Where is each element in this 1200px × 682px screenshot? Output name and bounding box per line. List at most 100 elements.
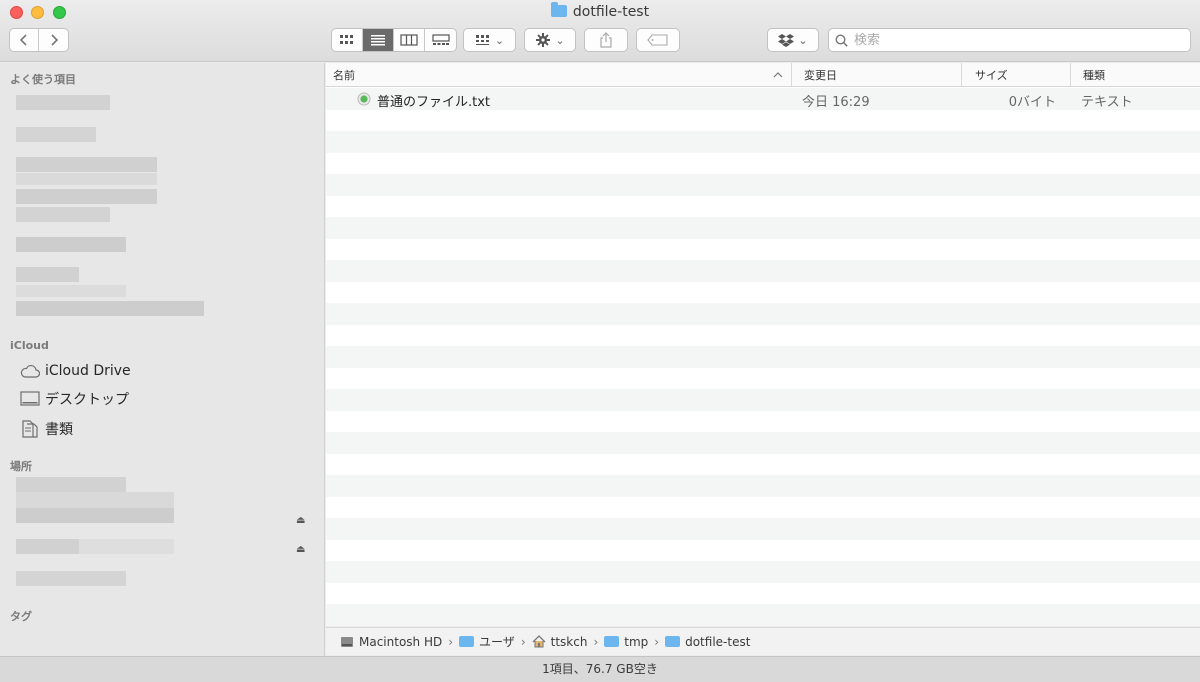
list-view-button[interactable] (363, 29, 394, 51)
sidebar-item-label: デスクトップ (45, 392, 129, 408)
list-icon (371, 35, 385, 46)
column-header: 名前 変更日 サイズ 種類 (326, 63, 1200, 87)
grid-icon (340, 35, 353, 44)
row-stripe (326, 217, 1200, 239)
table-row[interactable]: 普通のファイル.txt 今日 16:29 0バイト テキスト (326, 88, 1200, 110)
dropbox-icon (778, 34, 795, 47)
chevron-right-icon: › (448, 634, 454, 649)
file-modified: 今日 16:29 (802, 95, 870, 110)
folder-icon (459, 636, 475, 647)
row-stripe (326, 260, 1200, 282)
document-icon (20, 420, 40, 438)
column-header-modified[interactable]: 変更日 (804, 63, 964, 87)
chevron-right-icon: › (520, 634, 526, 649)
sidebar-item-label: iCloud Drive (45, 363, 131, 379)
row-stripe (326, 604, 1200, 626)
gear-icon (536, 33, 551, 47)
grid-icon (475, 35, 489, 45)
sidebar-item-icloud-drive[interactable]: iCloud Drive (20, 359, 131, 383)
column-header-kind-label: 種類 (1083, 69, 1105, 82)
gallery-icon (431, 34, 450, 45)
favorites-header: よく使う項目 (10, 73, 76, 86)
row-stripe (326, 497, 1200, 519)
chevron-left-icon (19, 34, 27, 46)
dropbox-button[interactable]: ⌄ (767, 28, 819, 52)
row-stripe (326, 518, 1200, 540)
title-bar: dotfile-test ⌄ ⌄ ⌄ 検索 (0, 0, 1200, 62)
text-file-icon (357, 92, 371, 110)
row-stripe (326, 174, 1200, 196)
eject-icon[interactable]: ⏏ (296, 544, 305, 555)
row-stripe (326, 540, 1200, 562)
finder-window: dotfile-test ⌄ ⌄ ⌄ 検索 よく使う項目 iCloud iClo… (0, 0, 1200, 682)
sort-ascending-icon (773, 63, 783, 87)
file-list: 名前 変更日 サイズ 種類 普通のファイル.txt 今日 16:29 0バイト テキス… (326, 63, 1200, 626)
status-bar: 1項目、76.7 GB空き (0, 656, 1200, 682)
tag-button[interactable] (636, 28, 680, 52)
view-mode-control (331, 28, 457, 52)
rows-area[interactable]: 普通のファイル.txt 今日 16:29 0バイト テキスト (326, 88, 1200, 626)
row-stripe (326, 239, 1200, 261)
icon-view-button[interactable] (332, 29, 363, 51)
eject-icon[interactable]: ⏏ (296, 515, 305, 526)
file-kind: テキスト (1081, 95, 1133, 110)
file-size: 0バイト (1008, 95, 1056, 110)
sidebar-item-label: 書類 (45, 422, 73, 438)
row-stripe (326, 110, 1200, 132)
path-item-label: Macintosh HD (359, 634, 443, 649)
row-stripe (326, 153, 1200, 175)
search-icon (835, 33, 848, 47)
row-stripe (326, 561, 1200, 583)
path-item[interactable]: ユーザ › (459, 633, 532, 650)
row-stripe (326, 131, 1200, 153)
row-stripe (326, 583, 1200, 605)
hard-drive-icon (341, 636, 353, 647)
row-stripe (326, 475, 1200, 497)
desktop-icon (20, 390, 40, 408)
path-item[interactable]: Macintosh HD › (340, 635, 459, 649)
folder-icon (550, 2, 567, 17)
column-header-size[interactable]: サイズ (975, 63, 1065, 87)
action-menu-button[interactable]: ⌄ (524, 28, 576, 52)
column-header-size-label: サイズ (975, 69, 1008, 82)
column-header-kind[interactable]: 種類 (1083, 63, 1193, 87)
path-item[interactable]: tmp › (604, 635, 665, 649)
chevron-down-icon: ⌄ (555, 33, 565, 47)
path-item-label: tmp (624, 634, 649, 649)
path-item[interactable]: dotfile-test (665, 635, 750, 649)
chevron-right-icon (50, 34, 58, 46)
share-button[interactable] (584, 28, 628, 52)
row-stripe (326, 325, 1200, 347)
folder-icon (604, 636, 620, 647)
path-item[interactable]: ttskch › (532, 635, 605, 649)
row-stripe (326, 282, 1200, 304)
group-by-button[interactable]: ⌄ (463, 28, 516, 52)
column-header-name[interactable]: 名前 (333, 63, 783, 87)
icloud-header: iCloud (10, 339, 49, 352)
history-nav (9, 28, 69, 52)
row-stripe (326, 432, 1200, 454)
columns-icon (400, 34, 418, 46)
column-header-name-label: 名前 (333, 69, 355, 82)
sidebar-item-documents[interactable]: 書類 (20, 417, 73, 441)
row-stripe (326, 454, 1200, 476)
back-button[interactable] (10, 29, 39, 51)
chevron-down-icon: ⌄ (798, 33, 808, 47)
row-stripe (326, 303, 1200, 325)
gallery-view-button[interactable] (425, 29, 456, 51)
row-stripe (326, 368, 1200, 390)
column-view-button[interactable] (394, 29, 425, 51)
window-title-text: dotfile-test (572, 4, 650, 20)
share-icon (600, 32, 612, 48)
search-input[interactable] (854, 32, 1174, 48)
sidebar-item-desktop[interactable]: デスクトップ (20, 387, 129, 411)
chevron-down-icon: ⌄ (494, 33, 505, 47)
row-stripe (326, 346, 1200, 368)
row-stripe (326, 626, 1200, 627)
file-name: 普通のファイル.txt (377, 95, 491, 110)
path-item-label: ユーザ (479, 635, 515, 649)
column-header-modified-label: 変更日 (804, 69, 837, 82)
folder-icon (665, 636, 681, 647)
search-field[interactable] (828, 28, 1191, 52)
forward-button[interactable] (39, 29, 68, 51)
